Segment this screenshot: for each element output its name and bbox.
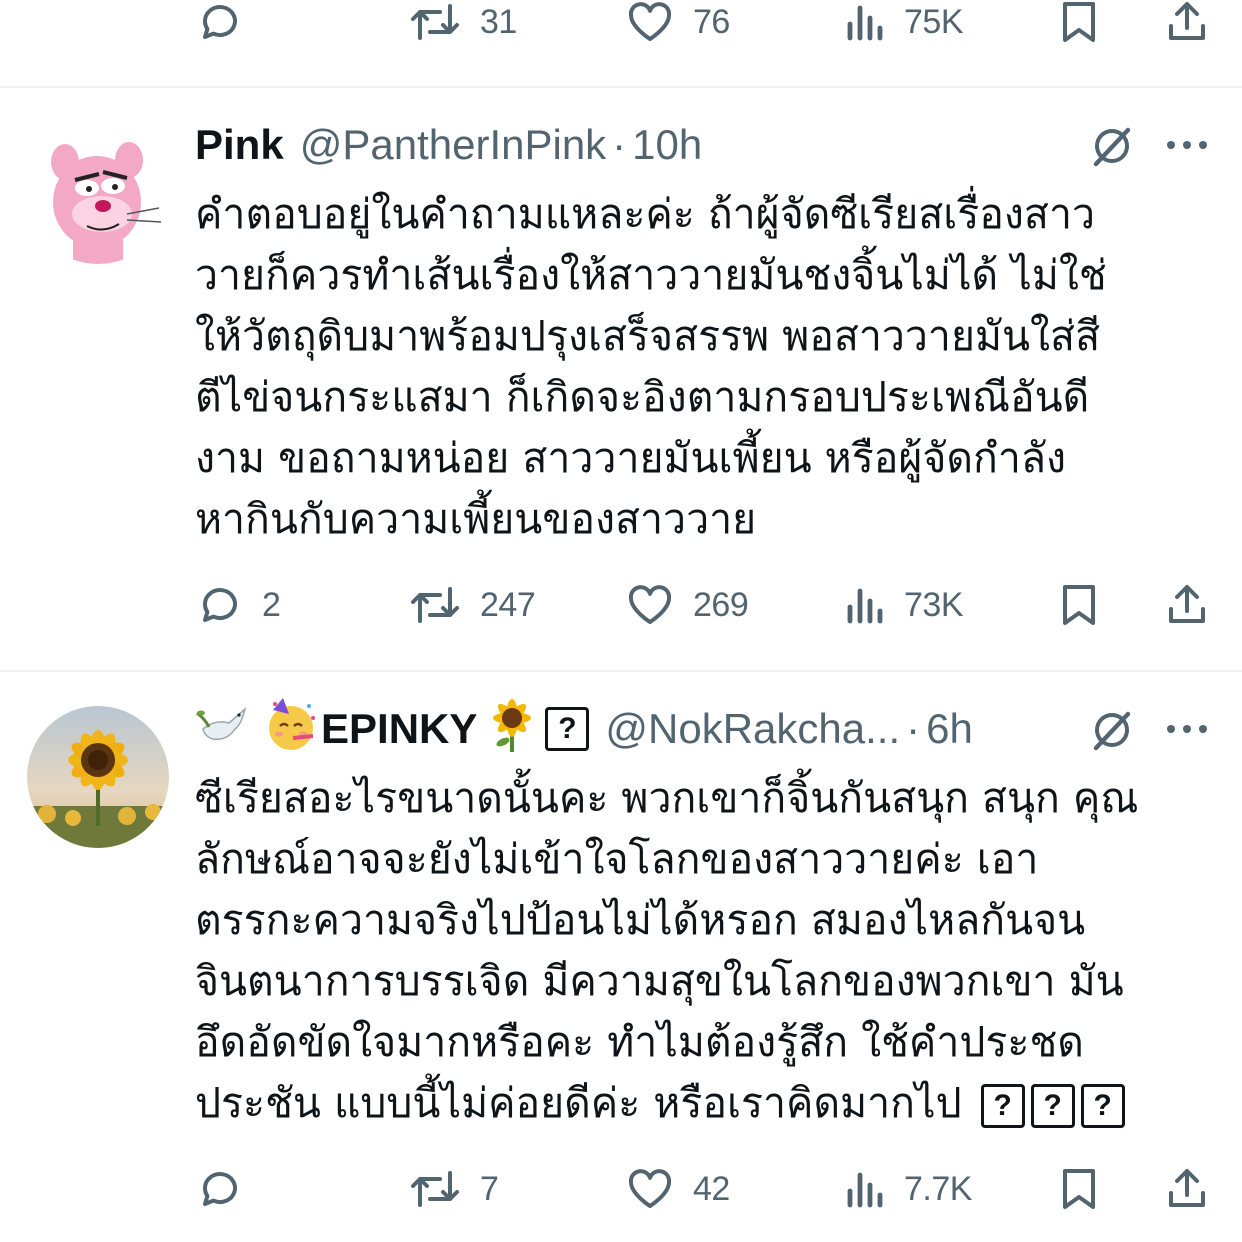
display-name[interactable]: EPINKY — [321, 705, 477, 753]
timestamp[interactable]: 6h — [926, 705, 973, 753]
unknown-glyph-box: ? — [980, 1084, 1025, 1128]
separator-dot: · — [906, 705, 921, 752]
views-count: 7.7K — [904, 1169, 972, 1208]
share-button[interactable] — [1163, 1159, 1211, 1219]
unknown-glyph-box: ? — [1030, 1084, 1075, 1128]
tweet-text-line: อึดอัดขัดใจมากหรือคะ ทำไมต้องรู้สึก ใช้ค… — [195, 1018, 1084, 1066]
username[interactable]: @NokRakcha... — [605, 705, 900, 753]
speech-bubble-icon — [203, 1172, 237, 1206]
like-button[interactable]: 42 — [625, 1159, 730, 1219]
heart-icon — [628, 1169, 672, 1208]
unknown-glyph-box: ? — [545, 707, 590, 751]
partying-face-emoji — [261, 696, 321, 762]
retweet-button[interactable]: 7 — [408, 1159, 499, 1219]
sunflower-avatar-image — [27, 706, 169, 848]
tweet-action-bar: 7 42 7.7K — [0, 1159, 1242, 1219]
like-count: 42 — [693, 1169, 730, 1208]
tweet-text-line: ซีเรียสอะไรขนาดนั้นคะ พวกเขาก็จิ้นกันสนุ… — [195, 774, 1139, 822]
bar-chart-icon — [847, 1172, 883, 1208]
avatar[interactable] — [27, 706, 169, 848]
retweet-count: 7 — [480, 1169, 499, 1208]
dove-emoji — [195, 699, 253, 759]
views-button[interactable]: 7.7K — [844, 1159, 972, 1219]
sunflower-emoji — [485, 696, 539, 762]
three-dots-icon[interactable] — [1164, 719, 1210, 739]
grok-slash-icon[interactable] — [1088, 706, 1136, 754]
tweet-text-line-content: ประชัน แบบนี้ไม่ค่อยดีค่ะ หรือเราคิดมากไ… — [195, 1079, 962, 1127]
tweet-text-line: ประชัน แบบนี้ไม่ค่อยดีค่ะ หรือเราคิดมากไ… — [195, 1073, 1225, 1134]
reply-button[interactable] — [196, 1159, 262, 1219]
bookmark-icon — [1063, 1169, 1095, 1209]
unknown-glyph-box: ? — [1080, 1084, 1125, 1128]
tweet-text-line: ตรรกะความจริงไปป้อนไม่ได้หรอก สมองไหลกัน… — [195, 896, 1086, 944]
retweet-arrows-icon — [411, 1171, 459, 1207]
bookmark-button[interactable] — [1057, 1159, 1101, 1219]
tweet[interactable]: EPINKY ? @NokRakcha... · 6h ซีเรียสอะไรข… — [0, 0, 1242, 1242]
tweet-text-line: ลักษณ์อาจจะยังไม่เข้าใจโลกของสาววายค่ะ เ… — [195, 835, 1039, 883]
tweet-text-line: จินตนาการบรรเจิด มีความสุขในโลกของพวกเขา… — [195, 957, 1124, 1005]
tweet-header: EPINKY ? @NokRakcha... · 6h — [195, 698, 973, 754]
tweet-text: ซีเรียสอะไรขนาดนั้นคะ พวกเขาก็จิ้นกันสนุ… — [195, 768, 1225, 1134]
share-upload-icon — [1169, 1169, 1205, 1207]
